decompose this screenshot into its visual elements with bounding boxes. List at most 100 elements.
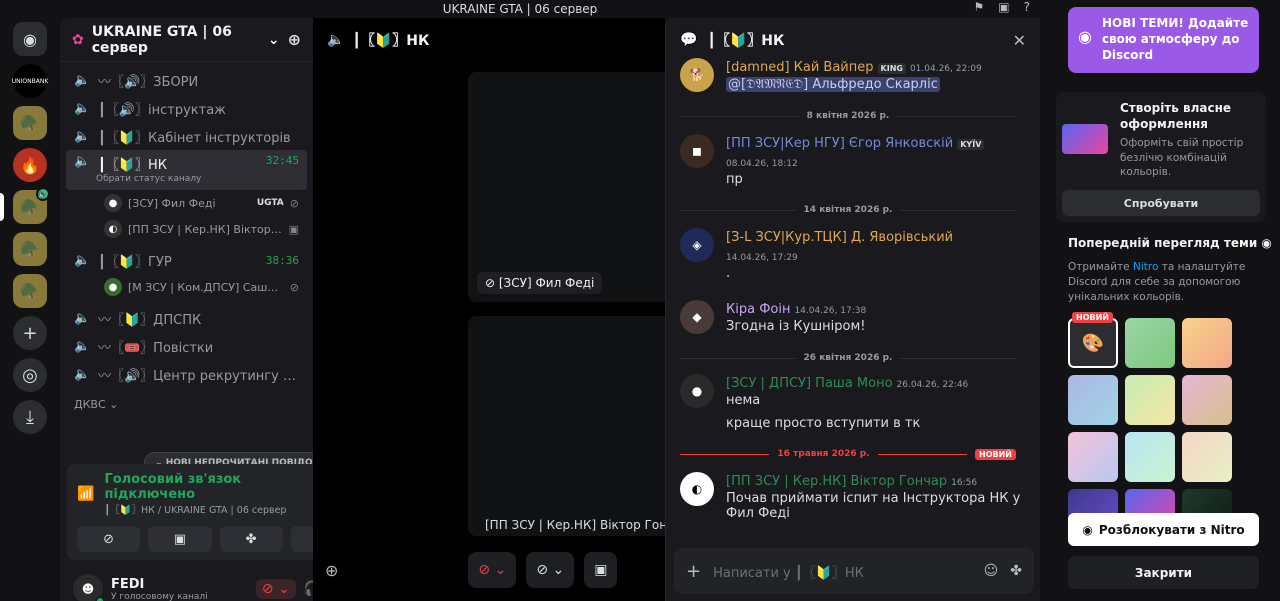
message-text: нема [726,393,761,408]
message-text: Згодна із Кушніром! [726,319,866,334]
activities-button[interactable]: ✤ [219,526,283,552]
theme-swatch[interactable] [1182,432,1232,482]
nitro-promo-text: НОВІ ТЕМИ! Додайте свою атмосферу до Dis… [1101,16,1249,63]
guild-header[interactable]: ✿ UKRAINE GTA | 06 сервер ⌄ ⊕ [60,18,313,62]
message: 🐕 [damned] Кай Вайпер KING 01.04.26, 22:09… [680,56,1030,92]
mic-muted-button[interactable]: ⊘ ⌄ [255,579,296,599]
screen-share-button[interactable]: ▣ [148,526,212,552]
avatar[interactable]: ☻ [73,574,105,601]
camera-toggle-button[interactable]: ⊘ ⌄ [526,552,575,588]
invite-to-call-icon[interactable]: ⊕ [325,561,338,580]
try-button[interactable]: Спробувати [1062,190,1260,216]
voice-status-subtitle[interactable]: ┃〖🔰〗НК / UKRAINE GTA | 06 сервер [104,502,310,516]
add-server-button[interactable]: + [13,316,47,350]
avatar: ● [104,278,122,296]
message-author[interactable]: [З-L ЗСУ|Кур.ТЦК] Д. Яворівський [726,230,953,245]
discord-home-button[interactable]: ◉ [13,22,47,56]
nitro-icon: ◉ [1078,27,1092,46]
server-icon-ukraine-gta-active[interactable]: 🪖 🔊 [0,187,50,224]
video-tile[interactable] [468,316,678,536]
speaker-icon: 🔈 [74,72,91,88]
avatar[interactable]: 🐕 [680,58,714,92]
discover-button[interactable]: ◎ [13,358,47,392]
voice-channel[interactable]: 🔈 ┃〖🔊〗інструктаж [66,94,307,122]
server-icon-unionbank[interactable]: UNIONBANK [12,64,48,98]
screen-share-button[interactable]: ▣ [584,552,618,588]
nitro-theme-panel: ◉ НОВІ ТЕМИ! Додайте свою атмосферу до D… [1040,0,1280,601]
discord-app: UKRAINE GTA | 06 сервер ⚑ ▣ ? ◉ UNIONBAN… [0,0,1280,601]
message-author[interactable]: Кіра Фоін [726,302,790,317]
message-timestamp: 01.04.26, 22:09 [909,64,982,74]
voice-status-title: Голосовий зв'язок підключено [104,472,242,502]
signal-icon[interactable]: 📶 [77,486,94,502]
message-author[interactable]: [damned] Кай Вайпер [726,60,874,75]
nitro-link[interactable]: Nitro [1133,261,1158,273]
message-input[interactable]: Написати у ┃〖🔰〗НК [713,562,972,581]
title-bar-icons: ⚑ ▣ ? [974,0,1030,14]
unlock-with-nitro-button[interactable]: ◉ Розблокувати з Nitro [1068,513,1259,546]
message-text: краще просто вступити в тк [726,416,921,431]
avatar[interactable]: ◈ [680,228,714,262]
voice-channel[interactable]: 🔈 〰〖🔰〗ДПСПК [66,304,307,332]
voice-channel[interactable]: 🔈 ┃〖🔰〗ГУР 38:36 [66,246,307,274]
theme-swatch[interactable] [1068,375,1118,425]
avatar[interactable]: ● [680,374,714,408]
voice-channel[interactable]: 🔈 ┃〖🔰〗Кабінет інструкторів [66,122,307,150]
theme-preview-image [1062,124,1108,154]
theme-swatch[interactable] [1182,375,1232,425]
voice-stage: 🔈 ┃〖🔰〗НК ⊘ [ЗСУ] Фил Феді [ПП ЗСУ | Кер.… [313,18,689,601]
attach-plus-icon[interactable]: + [686,561,701,582]
channel-status-prompt[interactable]: Обрати статус каналу [96,174,201,184]
date-divider: 14 квітня 2026 р. [680,204,1016,216]
nitro-icon: ◉ [1082,522,1093,537]
message-timestamp: 16:56 [951,478,978,488]
theme-swatch-custom[interactable]: НОВИЙ 🎨 [1068,312,1118,368]
avatar[interactable]: ◼ [680,134,714,168]
video-tile[interactable] [468,72,678,302]
mic-toggle-button[interactable]: ⊘ ⌄ [468,552,517,588]
avatar[interactable]: ◐ [680,472,714,506]
emoji-icon[interactable]: ☺ [984,563,999,579]
message-author[interactable]: [ПП ЗСУ | Кер.НК] Віктор Гончар [726,474,947,489]
channel-sidebar: ✿ UKRAINE GTA | 06 сервер ⌄ ⊕ 🔈 〰〖🔊〗ЗБОРИ… [60,18,369,601]
voice-channel[interactable]: 🔈 〰〖🔊〗ЗБОРИ [66,66,307,94]
theme-swatch[interactable] [1068,432,1118,482]
message-timestamp: 14.04.26, 17:29 [726,253,798,263]
theme-swatch[interactable] [1125,432,1175,482]
active-server-indicator [0,193,4,221]
download-button[interactable]: ⤓ [13,400,47,434]
voice-channel[interactable]: 🔈〰〖🔊〗Центр рекрутингу та п... [66,360,307,388]
help-icon[interactable]: ? [1024,0,1030,14]
speaker-icon: 🔈 [74,252,91,268]
inbox-icon[interactable]: ▣ [998,0,1009,14]
theme-swatch[interactable] [1182,318,1232,368]
message-list: 🐕 [damned] Кай Вайпер KING 01.04.26, 22:09… [666,54,1041,544]
server-icon-fire[interactable]: 🔥 [13,148,47,182]
close-icon[interactable]: ✕ [1013,31,1026,50]
voice-channel[interactable]: 🔈 〰〖🎟️〗Повістки [66,332,307,360]
voice-user[interactable]: ● [М ЗСУ | Ком.ДПСУ] Саша К... ⊘ [66,274,307,300]
voice-user[interactable]: ● [ЗСУ] Фил Феді UGTA ⊘ [66,190,307,216]
user-status: У голосовому каналі [111,591,208,601]
invite-people-icon[interactable]: ⊕ [288,30,301,49]
server-icon-ukraine-gta[interactable]: 🪖 [13,106,47,140]
apps-icon[interactable]: ✤ [1010,563,1022,579]
voice-channel-selected[interactable]: 🔈 ┃〖🔰〗НК 32:45 Обрати статус каналу [66,150,307,190]
pin-icon[interactable]: ⚑ [974,0,985,14]
server-icon-voice-2[interactable]: 🪖 [13,274,47,308]
server-icon-voice-1[interactable]: 🪖 [13,232,47,266]
user-mention[interactable]: @[𝔇𝔄𝔐𝔑𝔈𝔇] Альфредо Скарліс [726,77,940,92]
category-header[interactable]: ДКВС ⌄ [66,388,307,413]
close-button[interactable]: Закрити [1068,556,1259,589]
message-author[interactable]: [ПП ЗСУ|Кер НГУ] Єгор Янковскій [726,136,953,151]
theme-swatch[interactable] [1125,375,1175,425]
theme-swatch[interactable] [1125,318,1175,368]
avatar[interactable]: ◆ [680,300,714,334]
camera-off-button[interactable]: ⊘ [77,526,141,552]
nitro-promo-banner[interactable]: ◉ НОВІ ТЕМИ! Додайте свою атмосферу до D… [1068,7,1259,73]
message-author[interactable]: [ЗСУ | ДПСУ] Паша Моно [726,376,893,391]
speaker-icon: 🔈 [74,128,91,144]
voice-user[interactable]: ◐ [ПП ЗСУ | Кер.НК] Віктор Го... ▣ [66,216,307,242]
chat-channel-name: ┃〖🔰〗НК [707,33,785,49]
guild-name: UKRAINE GTA | 06 сервер [91,23,232,56]
